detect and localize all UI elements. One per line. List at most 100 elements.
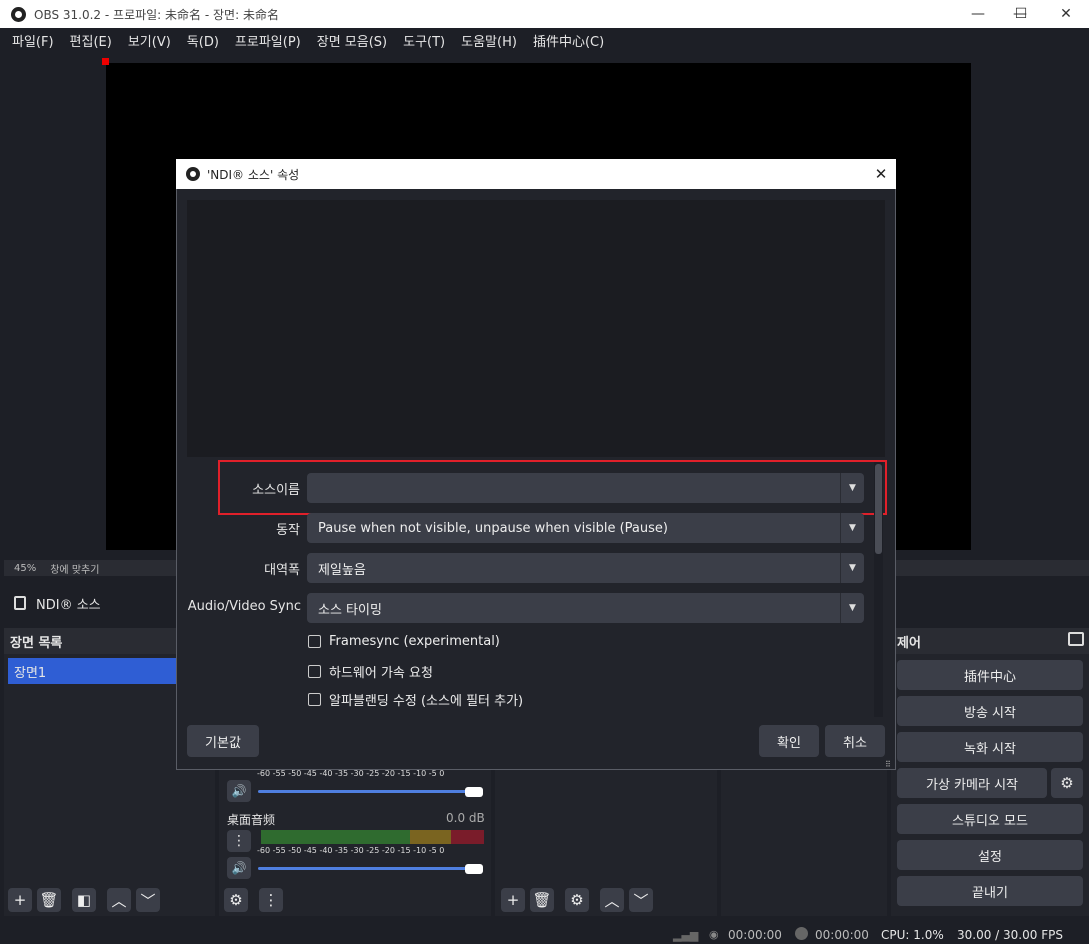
chevron-down-icon[interactable]: ▼ xyxy=(840,513,864,543)
volume-slider-2-knob[interactable] xyxy=(465,864,483,874)
chevron-down-icon[interactable]: ▼ xyxy=(840,553,864,583)
av-sync-value: 소스 타이밍 xyxy=(318,602,382,618)
window-close-button[interactable]: ✕ xyxy=(1043,0,1089,28)
window-title: OBS 31.0.2 - 프로파일: 未命名 - 장면: 未命名 xyxy=(34,7,279,22)
cpu-usage: CPU: 1.0% xyxy=(881,928,944,942)
menu-profile[interactable]: 프로파일(P) xyxy=(227,31,309,50)
resize-grip-icon[interactable]: ⠿ xyxy=(885,760,891,769)
scene-filter-icon[interactable]: ◧ xyxy=(72,888,96,912)
source-preview xyxy=(187,200,885,457)
checkbox-box[interactable] xyxy=(308,635,321,648)
record-status-icon xyxy=(795,927,808,940)
selected-source-name: NDI® 소스 xyxy=(36,597,101,613)
zoom-level: 45% xyxy=(14,562,37,574)
dialog-titlebar: 'NDI® 소스' 속성 xyxy=(176,159,896,189)
menu-tools[interactable]: 도구(T) xyxy=(395,31,453,50)
remove-scene-icon[interactable]: 🗑 xyxy=(37,888,61,912)
alpha-fix-label: 알파블랜딩 수정 (소스에 필터 추가) xyxy=(329,694,524,709)
behavior-value: Pause when not visible, unpause when vis… xyxy=(318,520,668,536)
behavior-label: 동작 xyxy=(276,523,300,538)
exit-button[interactable]: 끝내기 xyxy=(897,876,1083,906)
settings-button[interactable]: 설정 xyxy=(897,840,1083,870)
dialog-close-button[interactable]: ✕ xyxy=(866,159,896,189)
menu-view[interactable]: 보기(V) xyxy=(120,31,179,50)
mixer-menu-icon[interactable]: ⋮ xyxy=(259,888,283,912)
channel-menu-icon[interactable]: ⋮ xyxy=(227,830,251,852)
stream-status-icon: ◉ xyxy=(709,928,719,941)
alpha-fix-checkbox[interactable]: 알파블랜딩 수정 (소스에 필터 추가) xyxy=(308,690,523,709)
stream-time: 00:00:00 xyxy=(728,928,782,942)
fit-to-window-label[interactable]: 창에 맞추기 xyxy=(50,561,99,576)
av-sync-label: Audio/Video Sync xyxy=(187,599,301,614)
menu-scene-collection[interactable]: 장면 모음(S) xyxy=(309,31,395,50)
defaults-button[interactable]: 기본값 xyxy=(187,725,259,757)
source-properties-gear-icon[interactable]: ⚙ xyxy=(565,888,589,912)
undock-icon[interactable] xyxy=(1068,632,1084,646)
mixer-settings-gear-icon[interactable]: ⚙ xyxy=(224,888,248,912)
add-source-icon[interactable]: + xyxy=(501,888,525,912)
studio-mode-button[interactable]: 스튜디오 모드 xyxy=(897,804,1083,834)
maximize-button[interactable]: ☐ xyxy=(998,0,1044,28)
virtual-camera-gear-icon[interactable]: ⚙ xyxy=(1051,768,1083,798)
bandwidth-label: 대역폭 xyxy=(264,563,300,578)
selection-handle[interactable] xyxy=(102,58,109,65)
record-time: 00:00:00 xyxy=(815,928,869,942)
start-virtual-camera-button[interactable]: 가상 카메라 시작 xyxy=(897,768,1047,798)
obs-logo-icon xyxy=(186,167,200,181)
hw-accel-checkbox[interactable]: 하드웨어 가속 요청 xyxy=(308,662,433,681)
properties-scrollbar[interactable] xyxy=(874,462,883,717)
checkbox-box[interactable] xyxy=(308,665,321,678)
mixer-scale-2: -60 -55 -50 -45 -40 -35 -30 -25 -20 -15 … xyxy=(257,846,445,855)
checkbox-box[interactable] xyxy=(308,693,321,706)
menu-plugin-center[interactable]: 插件中心(C) xyxy=(525,31,612,50)
chevron-down-icon[interactable]: ▼ xyxy=(840,593,864,623)
mixer-channel-db: 0.0 dB xyxy=(446,811,485,825)
menu-help[interactable]: 도움말(H) xyxy=(453,31,525,50)
scene-move-up-icon[interactable]: ︿ xyxy=(107,888,131,912)
source-move-up-icon[interactable]: ︿ xyxy=(600,888,624,912)
signal-icon: ▂▄▆ xyxy=(673,929,699,942)
controls-title: 제어 xyxy=(897,635,921,651)
remove-source-icon[interactable]: 🗑 xyxy=(530,888,554,912)
volume-slider-1-knob[interactable] xyxy=(465,787,483,797)
bandwidth-value: 제일높음 xyxy=(318,562,366,578)
window-titlebar: OBS 31.0.2 - 프로파일: 未命名 - 장면: 未命名 — xyxy=(0,0,1089,28)
source-file-icon xyxy=(14,596,26,610)
add-scene-icon[interactable]: + xyxy=(8,888,32,912)
dialog-title: 'NDI® 소스' 속성 xyxy=(207,167,300,182)
bandwidth-dropdown[interactable]: 제일높음 ▼ xyxy=(307,553,864,583)
scrollbar-thumb[interactable] xyxy=(875,464,882,554)
cancel-button[interactable]: 취소 xyxy=(825,725,885,757)
start-recording-button[interactable]: 녹화 시작 xyxy=(897,732,1083,762)
scene-list-item[interactable]: 장면1 xyxy=(8,658,176,684)
av-sync-dropdown[interactable]: 소스 타이밍 ▼ xyxy=(307,593,864,623)
obs-logo-icon xyxy=(11,6,26,22)
meter-red xyxy=(451,830,484,844)
meter-yellow xyxy=(410,830,451,844)
start-streaming-button[interactable]: 방송 시작 xyxy=(897,696,1083,726)
menu-bar: 파일(F) 편집(E) 보기(V) 독(D) 프로파일(P) 장면 모음(S) … xyxy=(0,28,1089,52)
speaker-icon[interactable]: 🔊 xyxy=(227,857,251,879)
mixer-channel-name: 桌面音频 xyxy=(227,813,276,827)
menu-file[interactable]: 파일(F) xyxy=(4,31,62,50)
menu-edit[interactable]: 편집(E) xyxy=(62,31,120,50)
transitions-dock xyxy=(721,770,887,916)
framesync-label: Framesync (experimental) xyxy=(329,634,500,649)
scene-move-down-icon[interactable]: ﹀ xyxy=(136,888,160,912)
behavior-dropdown[interactable]: Pause when not visible, unpause when vis… xyxy=(307,513,864,543)
plugin-center-button[interactable]: 插件中心 xyxy=(897,660,1083,690)
highlight-box xyxy=(218,460,887,515)
meter-green xyxy=(261,830,410,844)
mixer-scale-1: -60 -55 -50 -45 -40 -35 -30 -25 -20 -15 … xyxy=(257,769,445,778)
framesync-checkbox[interactable]: Framesync (experimental) xyxy=(308,634,500,649)
speaker-icon[interactable]: 🔊 xyxy=(227,780,251,802)
menu-docks[interactable]: 독(D) xyxy=(179,31,227,50)
controls-dock-header: 제어 xyxy=(891,628,1089,654)
volume-slider-2[interactable] xyxy=(258,867,478,870)
minimize-button[interactable]: — xyxy=(955,0,1001,28)
ok-button[interactable]: 확인 xyxy=(759,725,819,757)
fps-readout: 30.00 / 30.00 FPS xyxy=(957,928,1063,942)
volume-slider-1[interactable] xyxy=(258,790,478,793)
hw-accel-label: 하드웨어 가속 요청 xyxy=(329,666,433,681)
source-move-down-icon[interactable]: ﹀ xyxy=(629,888,653,912)
